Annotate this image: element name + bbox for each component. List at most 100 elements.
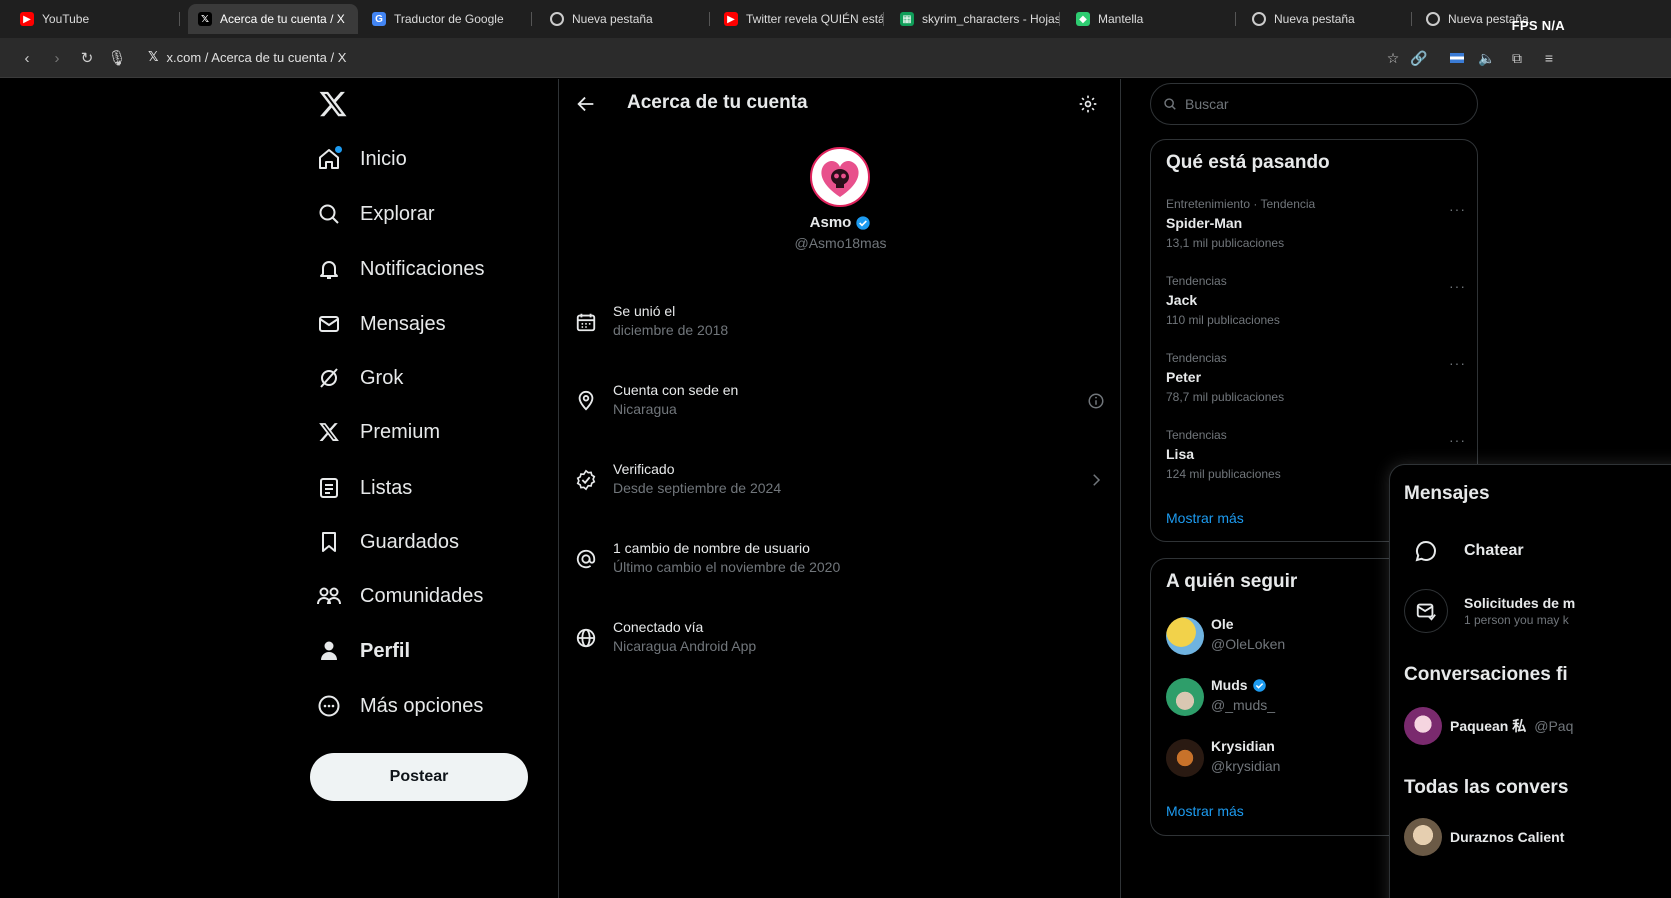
link-icon[interactable]: 🔗 — [1410, 49, 1428, 67]
avatar — [1404, 818, 1442, 856]
forward-icon[interactable]: › — [48, 49, 66, 67]
nav-grok[interactable]: Grok — [316, 358, 403, 398]
list-icon — [316, 475, 342, 501]
pinned-conversation[interactable]: Paquean 私 @Paq — [1404, 707, 1573, 745]
info-circle-icon[interactable] — [1087, 392, 1105, 410]
trend-item[interactable]: Entretenimiento · Tendencia Spider-Man 1… — [1166, 197, 1466, 267]
trend-category: Tendencias — [1166, 351, 1227, 365]
trend-name: Lisa — [1166, 446, 1195, 462]
extensions-icon[interactable]: ⧉ — [1508, 49, 1526, 67]
back-icon[interactable]: ‹ — [18, 49, 36, 67]
back-arrow-icon[interactable] — [575, 93, 597, 115]
chevron-right-icon — [1093, 474, 1101, 486]
speaker-extension-icon[interactable]: 🔈 — [1478, 49, 1496, 67]
trends-show-more-link[interactable]: Mostrar más — [1166, 510, 1244, 526]
left-navigation: Inicio Explorar Notificaciones Mensajes … — [310, 79, 558, 898]
more-icon — [316, 693, 342, 719]
nav-notificaciones[interactable]: Notificaciones — [316, 249, 485, 289]
x-logo-icon[interactable] — [318, 89, 348, 119]
tab-title: Nueva pestaña — [1274, 12, 1355, 26]
playlist-icon[interactable]: ≡ — [1540, 49, 1558, 67]
nav-label: Inicio — [360, 147, 407, 170]
tab-x-account[interactable]: 𝕏 Acerca de tu cuenta / X — [188, 4, 358, 34]
trend-item[interactable]: Tendencias Jack 110 mil publicaciones ··… — [1166, 274, 1466, 344]
profile-display-name: Asmo — [809, 214, 852, 231]
gear-icon[interactable] — [1078, 94, 1098, 114]
tab-title: skyrim_characters - Hojas — [922, 12, 1060, 26]
nav-inicio[interactable]: Inicio — [316, 139, 407, 179]
tab-sheets[interactable]: ▦ skyrim_characters - Hojas — [890, 4, 1060, 34]
tab-new-1[interactable]: Nueva pestaña — [540, 4, 710, 34]
chat-button[interactable]: Chatear — [1404, 529, 1524, 573]
info-value: Nicaragua Android App — [613, 638, 757, 654]
info-title: Se unió el — [613, 303, 676, 319]
tab-title: Nueva pestaña — [572, 12, 653, 26]
info-title: Verificado — [613, 461, 675, 477]
tab-mantella[interactable]: ◆ Mantella — [1066, 4, 1236, 34]
opera-gx-icon — [1252, 12, 1266, 26]
search-input[interactable]: Buscar — [1150, 83, 1478, 125]
trend-count: 78,7 mil publicaciones — [1166, 390, 1285, 404]
conversation-item[interactable]: Duraznos Calient — [1404, 818, 1564, 856]
more-options-icon[interactable]: ··· — [1449, 432, 1466, 448]
nav-comunidades[interactable]: Comunidades — [316, 576, 483, 616]
nav-label: Comunidades — [360, 584, 484, 607]
follow-name: Muds — [1211, 677, 1248, 693]
url-field[interactable]: 𝕏 x.com / Acerca de tu cuenta / X — [148, 49, 346, 65]
nav-mas-opciones[interactable]: Más opciones — [316, 686, 483, 726]
info-connected-via: Conectado vía Nicaragua Android App — [575, 617, 1105, 667]
nav-perfil[interactable]: Perfil — [316, 631, 410, 671]
avatar[interactable] — [810, 147, 870, 207]
nav-mensajes[interactable]: Mensajes — [316, 304, 446, 344]
follow-show-more-link[interactable]: Mostrar más — [1166, 803, 1244, 819]
tab-title: Traductor de Google — [394, 12, 504, 26]
tab-title: Twitter revela QUIÉN está — [746, 12, 884, 26]
more-options-icon[interactable]: ··· — [1449, 355, 1466, 371]
more-options-icon[interactable]: ··· — [1449, 278, 1466, 294]
follow-handle: @_muds_ — [1211, 697, 1276, 713]
messages-title: Mensajes — [1404, 483, 1490, 504]
nav-premium[interactable]: Premium — [316, 412, 440, 452]
tab-google-translate[interactable]: G Traductor de Google — [362, 4, 532, 34]
x-page: Inicio Explorar Notificaciones Mensajes … — [0, 79, 1671, 898]
conversation-name: Duraznos Calient — [1450, 829, 1565, 845]
nav-listas[interactable]: Listas — [316, 468, 412, 508]
follow-handle: @OleLoken — [1211, 636, 1286, 652]
nav-label: Mensajes — [360, 312, 446, 335]
requests-label: Solicitudes de m — [1464, 595, 1576, 611]
verified-badge-icon — [1252, 678, 1266, 692]
search-icon — [1164, 98, 1176, 110]
info-title: Conectado vía — [613, 619, 704, 635]
mail-icon — [316, 311, 342, 337]
google-translate-icon: G — [372, 12, 386, 26]
more-options-icon[interactable]: ··· — [1449, 201, 1466, 217]
tab-new-2[interactable]: Nueva pestaña — [1242, 4, 1412, 34]
nav-explorar[interactable]: Explorar — [316, 194, 434, 234]
reload-icon[interactable]: ↻ — [78, 49, 96, 67]
calendar-icon — [576, 313, 596, 332]
message-requests[interactable]: Solicitudes de m 1 person you may k — [1404, 589, 1575, 633]
follow-handle: @krysidian — [1211, 758, 1281, 774]
post-button[interactable]: Postear — [310, 753, 528, 801]
nav-guardados[interactable]: Guardados — [316, 522, 459, 562]
mantella-icon: ◆ — [1076, 12, 1090, 26]
trend-name: Jack — [1166, 292, 1198, 308]
trend-item[interactable]: Tendencias Peter 78,7 mil publicaciones … — [1166, 351, 1466, 421]
info-verified[interactable]: Verificado Desde septiembre de 2024 — [575, 459, 1105, 509]
avatar — [1166, 739, 1204, 777]
info-value: Desde septiembre de 2024 — [613, 480, 782, 496]
nav-label: Guardados — [360, 530, 459, 553]
bookmark-star-icon[interactable]: ☆ — [1384, 49, 1402, 67]
main-column: Acerca de tu cuenta Asmo @Asmo18mas Se u… — [558, 79, 1121, 898]
profile-name: Asmo — [559, 214, 1122, 231]
all-conversations-title: Todas las convers — [1404, 777, 1569, 798]
flag-extension-icon[interactable] — [1448, 49, 1466, 67]
communities-icon — [316, 583, 342, 609]
microphone-icon[interactable]: 🎙 — [107, 49, 126, 67]
trend-category: Tendencias — [1166, 428, 1227, 442]
follow-name: Ole — [1211, 616, 1234, 632]
youtube-icon: ▶ — [724, 12, 738, 26]
tab-youtube[interactable]: ▶ YouTube — [10, 4, 180, 34]
info-title: Cuenta con sede en — [613, 382, 739, 398]
tab-youtube-twitter[interactable]: ▶ Twitter revela QUIÉN está — [714, 4, 884, 34]
